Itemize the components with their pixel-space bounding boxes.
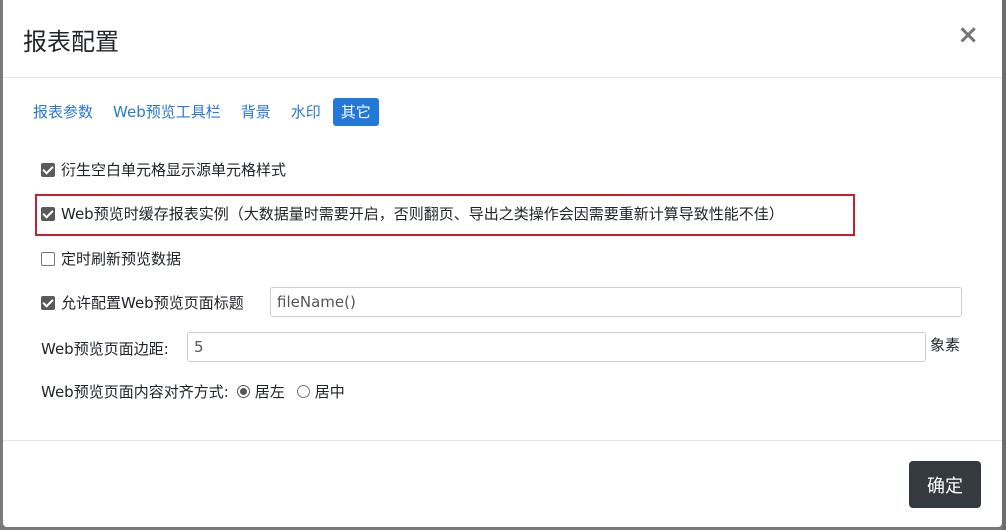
modal-backdrop [1002, 0, 1006, 530]
margin-unit: 象素 [930, 336, 961, 354]
auto-refresh-checkbox[interactable] [41, 251, 55, 266]
margin-label: Web预览页面边距: [41, 340, 169, 358]
option-derived-blank-cells: 衍生空白单元格显示源单元格样式 [41, 159, 286, 180]
allow-title-checkbox[interactable] [41, 295, 55, 310]
title-input[interactable]: fileName() [270, 287, 962, 317]
option-auto-refresh: 定时刷新预览数据 [41, 248, 181, 269]
report-config-dialog: 报表配置 × 报表参数 Web预览工具栏 背景 水印 其它 衍生空白单元格显示源… [3, 0, 1002, 527]
align-center-radio[interactable] [296, 385, 310, 398]
tab-bar: 报表参数 Web预览工具栏 背景 水印 其它 [25, 97, 383, 127]
tab-report-params[interactable]: 报表参数 [25, 98, 101, 126]
margin-input[interactable]: 5 [187, 332, 926, 362]
ok-button[interactable]: 确定 [909, 461, 981, 508]
footer-divider [3, 440, 1002, 441]
option-allow-title: 允许配置Web预览页面标题 [41, 292, 244, 313]
tab-web-toolbar[interactable]: Web预览工具栏 [105, 98, 229, 126]
tab-background[interactable]: 背景 [233, 98, 279, 126]
cache-instance-checkbox[interactable] [41, 206, 55, 221]
tab-other[interactable]: 其它 [332, 98, 379, 126]
align-center-label: 居中 [314, 383, 345, 401]
close-icon[interactable]: × [957, 22, 979, 48]
dialog-title: 报表配置 [23, 28, 119, 56]
dialog-header: 报表配置 × [3, 0, 1002, 78]
derived-blank-cells-checkbox[interactable] [41, 162, 55, 177]
cache-instance-label: Web预览时缓存报表实例（大数据量时需要开启，否则翻页、导出之类操作会因需要重新… [61, 205, 784, 223]
align-row: Web预览页面内容对齐方式: 居左 居中 [41, 381, 345, 402]
auto-refresh-label: 定时刷新预览数据 [61, 250, 182, 268]
align-left-label: 居左 [254, 383, 285, 401]
align-label: Web预览页面内容对齐方式: [41, 383, 229, 401]
tab-watermark[interactable]: 水印 [283, 98, 329, 126]
align-left-radio[interactable] [236, 385, 250, 398]
allow-title-label: 允许配置Web预览页面标题 [61, 294, 244, 312]
option-cache-instance: Web预览时缓存报表实例（大数据量时需要开启，否则翻页、导出之类操作会因需要重新… [41, 203, 784, 224]
derived-blank-cells-label: 衍生空白单元格显示源单元格样式 [61, 161, 287, 179]
margin-row: Web预览页面边距: [41, 338, 169, 359]
